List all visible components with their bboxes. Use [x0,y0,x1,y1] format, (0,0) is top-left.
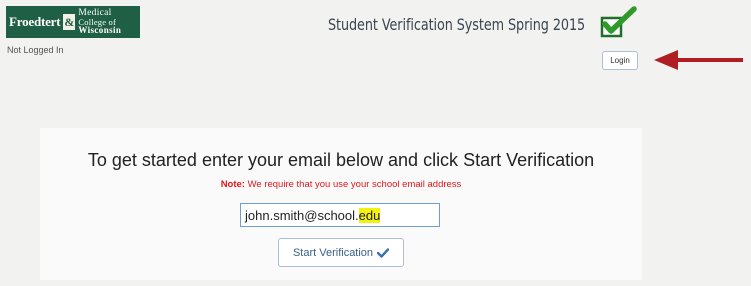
logo-ampersand: & [63,14,76,30]
email-input[interactable]: john.smith@school. edu [240,203,440,227]
logo-froedtert-text: Froedtert [9,14,61,29]
email-value-prefix: john.smith@school. [245,207,359,223]
start-verification-button[interactable]: Start Verification [278,238,404,267]
note-label: Note: [220,179,245,190]
verification-panel: To get started enter your email below an… [40,128,642,280]
annotation-arrow-icon [654,50,743,70]
checkbox-check-icon [600,6,637,38]
start-verification-label: Start Verification [292,246,374,259]
check-icon [377,247,390,258]
logo: Froedtert & Medical College of Wisconsin [6,6,140,38]
login-button[interactable]: Login [602,51,638,70]
page-title: Student Verification System Spring 2015 [328,15,586,34]
note-text: Note: We require that you use your schoo… [40,179,642,190]
logo-mcw: Medical College of Wisconsin [78,8,122,36]
login-status: Not Logged In [7,45,64,55]
email-value-highlight: edu [358,207,381,223]
note-message: We require that you use your school emai… [247,179,462,190]
logo-wisconsin-text: Wisconsin [78,25,122,36]
instruction-heading: To get started enter your email below an… [87,150,595,170]
